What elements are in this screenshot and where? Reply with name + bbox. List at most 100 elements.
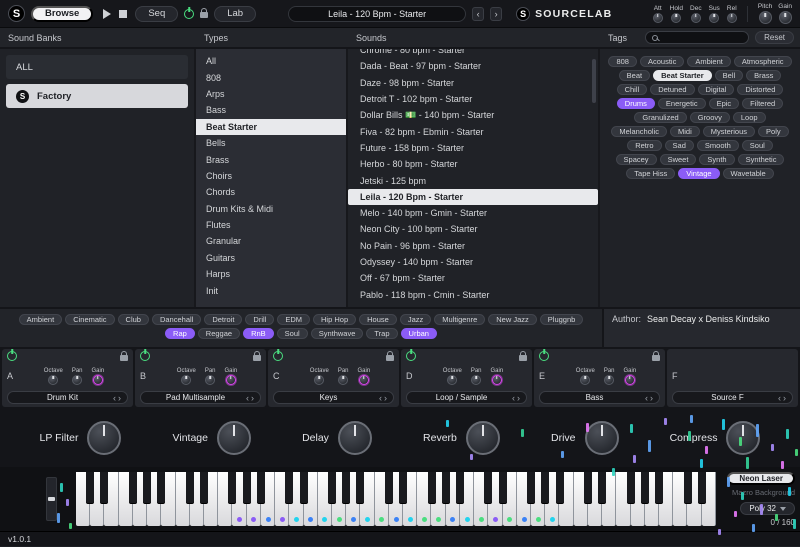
genre-tag-pill[interactable]: Cinematic	[65, 314, 114, 325]
tag-pill[interactable]: Midi	[670, 126, 700, 137]
genre-tag-pill[interactable]: Trap	[366, 328, 397, 339]
tag-pill[interactable]: Smooth	[697, 140, 739, 151]
octave-knob[interactable]	[181, 375, 191, 385]
pan-knob[interactable]	[72, 375, 82, 385]
black-key[interactable]	[428, 472, 436, 503]
type-item[interactable]: Flutes	[196, 217, 346, 233]
tag-pill[interactable]: Brass	[746, 70, 781, 81]
tag-pill[interactable]: Soul	[742, 140, 773, 151]
sound-item[interactable]: Leila - 120 Bpm - Starter	[348, 189, 598, 205]
black-key[interactable]	[456, 472, 464, 503]
bank-item[interactable]: SFactory	[6, 84, 188, 108]
channel-next-button[interactable]: ›	[250, 393, 255, 403]
power-icon[interactable]	[184, 9, 194, 19]
tag-pill[interactable]: Acoustic	[640, 56, 684, 67]
tag-pill[interactable]: Groovy	[690, 112, 730, 123]
browse-tab[interactable]: Browse	[31, 6, 93, 22]
black-key[interactable]	[285, 472, 293, 503]
tag-pill[interactable]: Vintage	[678, 168, 719, 179]
octave-knob[interactable]	[48, 375, 58, 385]
genre-tag-pill[interactable]: Pluggnb	[540, 314, 584, 325]
black-key[interactable]	[641, 472, 649, 503]
tag-pill[interactable]: Poly	[758, 126, 789, 137]
black-key[interactable]	[499, 472, 507, 503]
genre-tag-pill[interactable]: Jazz	[400, 314, 431, 325]
env-knob[interactable]	[691, 13, 701, 23]
genre-tag-pill[interactable]: Club	[118, 314, 149, 325]
black-key[interactable]	[86, 472, 94, 503]
sound-item[interactable]: Chrome - 80 bpm - Starter	[348, 49, 598, 58]
black-key[interactable]	[655, 472, 663, 503]
tag-pill[interactable]: Tape Hiss	[626, 168, 675, 179]
preset-next-button[interactable]: ›	[490, 7, 502, 21]
preset-prev-button[interactable]: ‹	[472, 7, 484, 21]
tag-pill[interactable]: Distorted	[737, 84, 783, 95]
genre-tag-pill[interactable]: Multigenre	[434, 314, 485, 325]
power-icon[interactable]	[273, 351, 283, 361]
channel-next-button[interactable]: ›	[782, 393, 787, 403]
lock-icon[interactable]	[652, 355, 660, 361]
genre-tag-pill[interactable]: New Jazz	[488, 314, 537, 325]
genre-tag-pill[interactable]: EDM	[277, 314, 310, 325]
sound-item[interactable]: Fiva - 82 bpm - Ebmin - Starter	[348, 123, 598, 139]
tag-pill[interactable]: Detuned	[650, 84, 694, 95]
sound-item[interactable]: Future - 158 bpm - Starter	[348, 140, 598, 156]
type-item[interactable]: Beat Starter	[196, 119, 346, 135]
sounds-scrollbar[interactable]	[592, 59, 596, 103]
genre-tag-pill[interactable]: RnB	[243, 328, 274, 339]
fx-knob[interactable]	[217, 421, 251, 455]
genre-tag-pill[interactable]: Detroit	[204, 314, 242, 325]
lock-icon[interactable]	[253, 355, 261, 361]
gain-knob[interactable]	[779, 11, 792, 24]
black-key[interactable]	[143, 472, 151, 503]
power-icon[interactable]	[140, 351, 150, 361]
tag-pill[interactable]: 808	[608, 56, 637, 67]
sound-item[interactable]: Pablo - 118 bpm - Cmin - Starter	[348, 286, 598, 302]
type-item[interactable]: Brass	[196, 151, 346, 167]
sound-item[interactable]: Dollar Bills 💵 - 140 bpm - Starter	[348, 107, 598, 123]
tag-pill[interactable]: Chill	[617, 84, 648, 95]
lock-icon[interactable]	[120, 355, 128, 361]
neon-laser-button[interactable]: Neon Laser	[727, 472, 795, 485]
tag-pill[interactable]: Sad	[665, 140, 694, 151]
lock-icon[interactable]	[386, 355, 394, 361]
type-item[interactable]: Bass	[196, 102, 346, 118]
pitch-knob[interactable]	[759, 11, 772, 24]
fx-knob[interactable]	[585, 421, 619, 455]
type-item[interactable]: Drum Kits & Midi	[196, 201, 346, 217]
pan-knob[interactable]	[471, 375, 481, 385]
tag-pill[interactable]: Atmospheric	[734, 56, 792, 67]
bank-item[interactable]: ALL	[6, 55, 188, 79]
fx-knob[interactable]	[338, 421, 372, 455]
power-icon[interactable]	[7, 351, 17, 361]
lock-icon[interactable]	[200, 12, 208, 18]
black-key[interactable]	[300, 472, 308, 503]
power-icon[interactable]	[406, 351, 416, 361]
type-item[interactable]: Arps	[196, 86, 346, 102]
channel-next-button[interactable]: ›	[117, 393, 122, 403]
env-knob[interactable]	[709, 13, 719, 23]
sound-item[interactable]: Dada - Beat - 97 bpm - Starter	[348, 58, 598, 74]
lab-tab[interactable]: Lab	[214, 6, 256, 22]
fx-knob[interactable]	[87, 421, 121, 455]
type-item[interactable]: Choirs	[196, 168, 346, 184]
pan-knob[interactable]	[338, 375, 348, 385]
black-key[interactable]	[385, 472, 393, 503]
tag-pill[interactable]: Energetic	[658, 98, 706, 109]
type-item[interactable]: Init	[196, 282, 346, 298]
black-key[interactable]	[228, 472, 236, 503]
black-key[interactable]	[556, 472, 564, 503]
env-knob[interactable]	[727, 13, 737, 23]
fx-knob[interactable]	[726, 421, 760, 455]
black-key[interactable]	[200, 472, 208, 503]
tag-pill[interactable]: Epic	[709, 98, 740, 109]
channel-name-selector[interactable]: Loop / Sample‹›	[406, 391, 527, 404]
tag-pill[interactable]: Synth	[699, 154, 734, 165]
black-key[interactable]	[584, 472, 592, 503]
tag-pill[interactable]: Loop	[733, 112, 766, 123]
black-key[interactable]	[484, 472, 492, 503]
black-key[interactable]	[541, 472, 549, 503]
seq-tab[interactable]: Seq	[135, 6, 178, 22]
channel-name-selector[interactable]: Drum Kit‹›	[7, 391, 128, 404]
black-key[interactable]	[356, 472, 364, 503]
